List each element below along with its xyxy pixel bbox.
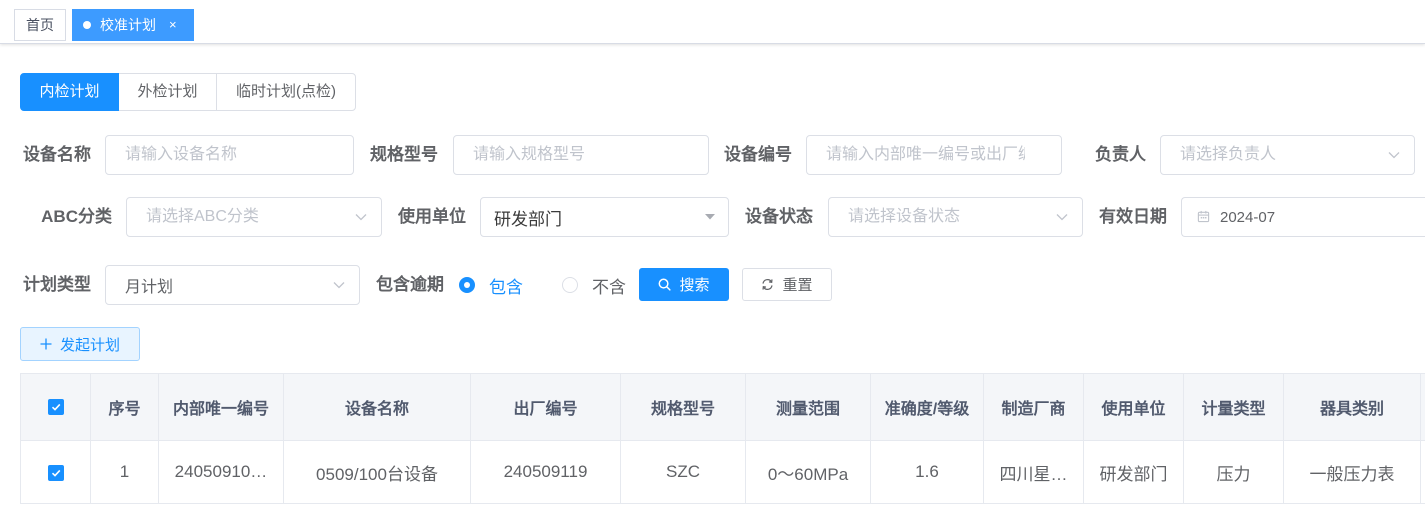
reset-button[interactable]: 重置 [742,268,832,301]
using-unit-label: 使用单位 [398,207,466,226]
abc-class-select-input[interactable] [126,197,382,237]
column-header-index[interactable]: 序号 [90,373,159,441]
create-plan-button[interactable]: 发起计划 [20,327,140,361]
search-button-label: 搜索 [679,277,710,294]
tab-temporary-plan[interactable]: 临时计划(点检) [216,73,356,111]
column-header-overflow [1420,373,1425,441]
plus-icon [40,338,52,350]
chevron-down-icon [1056,214,1068,221]
device-name-label: 设备名称 [23,145,91,164]
radio-exclude-label: 不含 [592,277,626,297]
tab-external-plan[interactable]: 外检计划 [118,73,217,111]
cell-factory-no: 240509119 [470,440,621,504]
chevron-down-icon [355,214,367,221]
column-header-accuracy-grade[interactable]: 准确度/等级 [870,373,984,441]
table-row[interactable]: 1 24050910… 0509/100台设备 240509119 SZC 0～… [20,440,1425,504]
caret-down-icon [705,214,715,220]
abc-class-select[interactable] [126,197,382,237]
create-plan-button-label: 发起计划 [59,336,120,354]
column-header-device-name[interactable]: 设备名称 [283,373,471,441]
cell-using-unit: 研发部门 [1083,440,1184,504]
valid-date-input[interactable] [1181,197,1425,237]
device-status-select-input[interactable] [828,197,1083,237]
close-icon[interactable]: × [169,10,177,40]
tag-label: 校准计划 [100,17,156,33]
cell-device-name: 0509/100台设备 [283,440,471,504]
calendar-icon [1197,210,1210,223]
device-status-label: 设备状态 [745,207,813,226]
row-checkbox[interactable] [47,464,64,481]
owner-select-input[interactable] [1160,135,1415,175]
column-header-spec-model[interactable]: 规格型号 [620,373,746,441]
owner-label: 负责人 [1095,145,1146,164]
column-header-factory-no[interactable]: 出厂编号 [470,373,621,441]
tag-home[interactable]: 首页 [14,9,66,41]
radio-icon [459,277,475,293]
cell-manufacturer: 四川星… [983,440,1084,504]
device-no-input[interactable] [806,135,1062,175]
device-status-select[interactable] [828,197,1083,237]
tag-calibration-plan[interactable]: 校准计划 × [72,9,194,41]
radio-include-overdue[interactable]: 包含 [459,265,523,305]
plan-type-select-input[interactable] [105,265,360,305]
cell-measure-range: 0～60MPa [745,440,871,504]
radio-include-label: 包含 [489,277,523,297]
column-header-manufacturer[interactable]: 制造厂商 [983,373,1084,441]
owner-select[interactable] [1160,135,1415,175]
radio-exclude-overdue[interactable]: 不含 [562,265,626,305]
plan-tabs: 内检计划 外检计划 临时计划(点检) [20,73,356,111]
refresh-icon [762,279,774,290]
column-header-internal-id[interactable]: 内部唯一编号 [158,373,284,441]
select-column-header [20,373,91,441]
cell-metrology-type: 压力 [1183,440,1284,504]
include-overdue-label: 包含逾期 [376,275,444,294]
search-button[interactable]: 搜索 [639,268,729,301]
check-icon [51,469,60,477]
active-dot-icon [83,21,91,29]
spec-model-label: 规格型号 [370,145,438,164]
cell-index: 1 [90,440,159,504]
radio-icon [562,277,578,293]
plan-type-select[interactable] [105,265,360,305]
device-no-label: 设备编号 [724,145,792,164]
calibration-plan-table: 序号 内部唯一编号 设备名称 出厂编号 规格型号 测量范围 准确度/等级 制造厂… [20,373,1425,504]
chevron-down-icon [333,282,345,289]
check-icon [51,403,60,411]
cell-spec-model: SZC [620,440,746,504]
plan-type-label: 计划类型 [23,275,91,294]
abc-class-label: ABC分类 [41,207,112,226]
cell-overflow [1420,440,1425,504]
column-header-metrology-type[interactable]: 计量类型 [1183,373,1284,441]
spec-model-input[interactable] [453,135,709,175]
column-header-measure-range[interactable]: 测量范围 [745,373,871,441]
tags-view-bar: 首页 校准计划 × [0,0,1425,44]
cell-accuracy-grade: 1.6 [870,440,984,504]
column-header-instrument-category[interactable]: 器具类别 [1283,373,1421,441]
tab-internal-plan[interactable]: 内检计划 [20,73,119,111]
chevron-down-icon [1388,152,1400,159]
valid-date-picker[interactable] [1181,197,1425,237]
device-name-input[interactable] [105,135,354,175]
using-unit-select-input[interactable] [480,197,729,237]
reset-button-label: 重置 [782,277,813,294]
search-icon [659,278,672,291]
plan-table: 序号 内部唯一编号 设备名称 出厂编号 规格型号 测量范围 准确度/等级 制造厂… [20,373,1425,504]
cell-instrument-category: 一般压力表 [1283,440,1421,504]
table-header-row: 序号 内部唯一编号 设备名称 出厂编号 规格型号 测量范围 准确度/等级 制造厂… [20,373,1425,441]
valid-date-label: 有效日期 [1099,207,1167,226]
row-select-cell [20,440,91,504]
select-all-checkbox[interactable] [47,398,64,415]
cell-internal-id: 24050910… [158,440,284,504]
using-unit-select[interactable] [480,197,729,237]
column-header-using-unit[interactable]: 使用单位 [1083,373,1184,441]
